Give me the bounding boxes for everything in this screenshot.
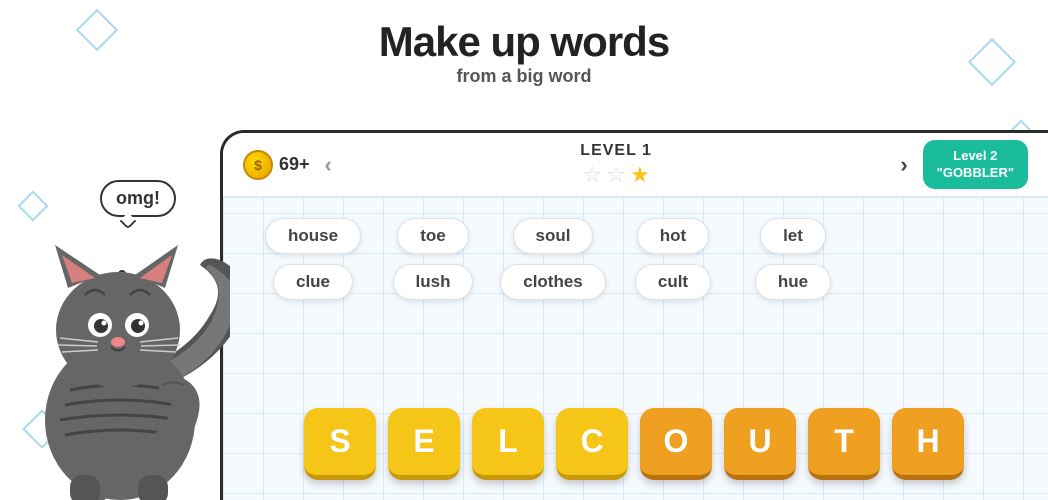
word-row-2: clue lush clothes cult hue: [253, 264, 1018, 300]
word-cell-house[interactable]: house: [253, 218, 373, 254]
word-toe[interactable]: toe: [397, 218, 469, 254]
star-3: ★: [630, 162, 650, 188]
word-hot[interactable]: hot: [637, 218, 709, 254]
star-1: ☆: [583, 162, 603, 188]
tile-L[interactable]: L: [472, 408, 544, 480]
star-2: ☆: [606, 162, 626, 188]
letter-tiles: S E L C O U T H: [220, 408, 1048, 480]
word-area: house toe soul hot let clue lush clo: [223, 198, 1048, 310]
word-clothes[interactable]: clothes: [500, 264, 606, 300]
nav-right-arrow[interactable]: ›: [885, 152, 922, 178]
word-cell-clue[interactable]: clue: [253, 264, 373, 300]
header: Make up words from a big word: [0, 0, 1048, 95]
word-cell-lush[interactable]: lush: [373, 264, 493, 300]
word-cell-soul[interactable]: soul: [493, 218, 613, 254]
word-hue[interactable]: hue: [755, 264, 831, 300]
nav-left-arrow[interactable]: ‹: [310, 152, 347, 178]
word-house[interactable]: house: [265, 218, 361, 254]
word-lush[interactable]: lush: [393, 264, 474, 300]
word-cell-cult[interactable]: cult: [613, 264, 733, 300]
tile-H[interactable]: H: [892, 408, 964, 480]
tile-U[interactable]: U: [724, 408, 796, 480]
tile-O[interactable]: O: [640, 408, 712, 480]
coin-icon: $: [243, 150, 273, 180]
main-title: Make up words: [0, 18, 1048, 66]
tile-S[interactable]: S: [304, 408, 376, 480]
word-cell-toe[interactable]: toe: [373, 218, 493, 254]
cat-container: omg!: [10, 120, 230, 500]
tile-C[interactable]: C: [556, 408, 628, 480]
word-row-1: house toe soul hot let: [253, 218, 1018, 254]
level2-line2: "GOBBLER": [937, 165, 1014, 182]
word-cell-let[interactable]: let: [733, 218, 853, 254]
word-let[interactable]: let: [760, 218, 826, 254]
word-cult[interactable]: cult: [635, 264, 711, 300]
level-center: LEVEL 1 ☆ ☆ ★: [347, 142, 885, 188]
stars-row: ☆ ☆ ★: [583, 162, 650, 188]
word-cell-clothes[interactable]: clothes: [493, 264, 613, 300]
word-cell-hot[interactable]: hot: [613, 218, 733, 254]
coins-value: 69+: [279, 154, 310, 175]
level2-line1: Level 2: [937, 148, 1014, 165]
game-topbar: $ 69+ ‹ LEVEL 1 ☆ ☆ ★ › Level 2 "GOBBLER…: [223, 133, 1048, 198]
tile-E[interactable]: E: [388, 408, 460, 480]
tile-T[interactable]: T: [808, 408, 880, 480]
word-soul[interactable]: soul: [513, 218, 594, 254]
word-cell-hue[interactable]: hue: [733, 264, 853, 300]
word-clue[interactable]: clue: [273, 264, 353, 300]
cat-illustration: [10, 120, 230, 500]
coins-area: $ 69+: [243, 150, 310, 180]
level2-badge[interactable]: Level 2 "GOBBLER": [923, 140, 1028, 190]
main-subtitle: from a big word: [0, 66, 1048, 87]
level-label: LEVEL 1: [580, 142, 652, 160]
